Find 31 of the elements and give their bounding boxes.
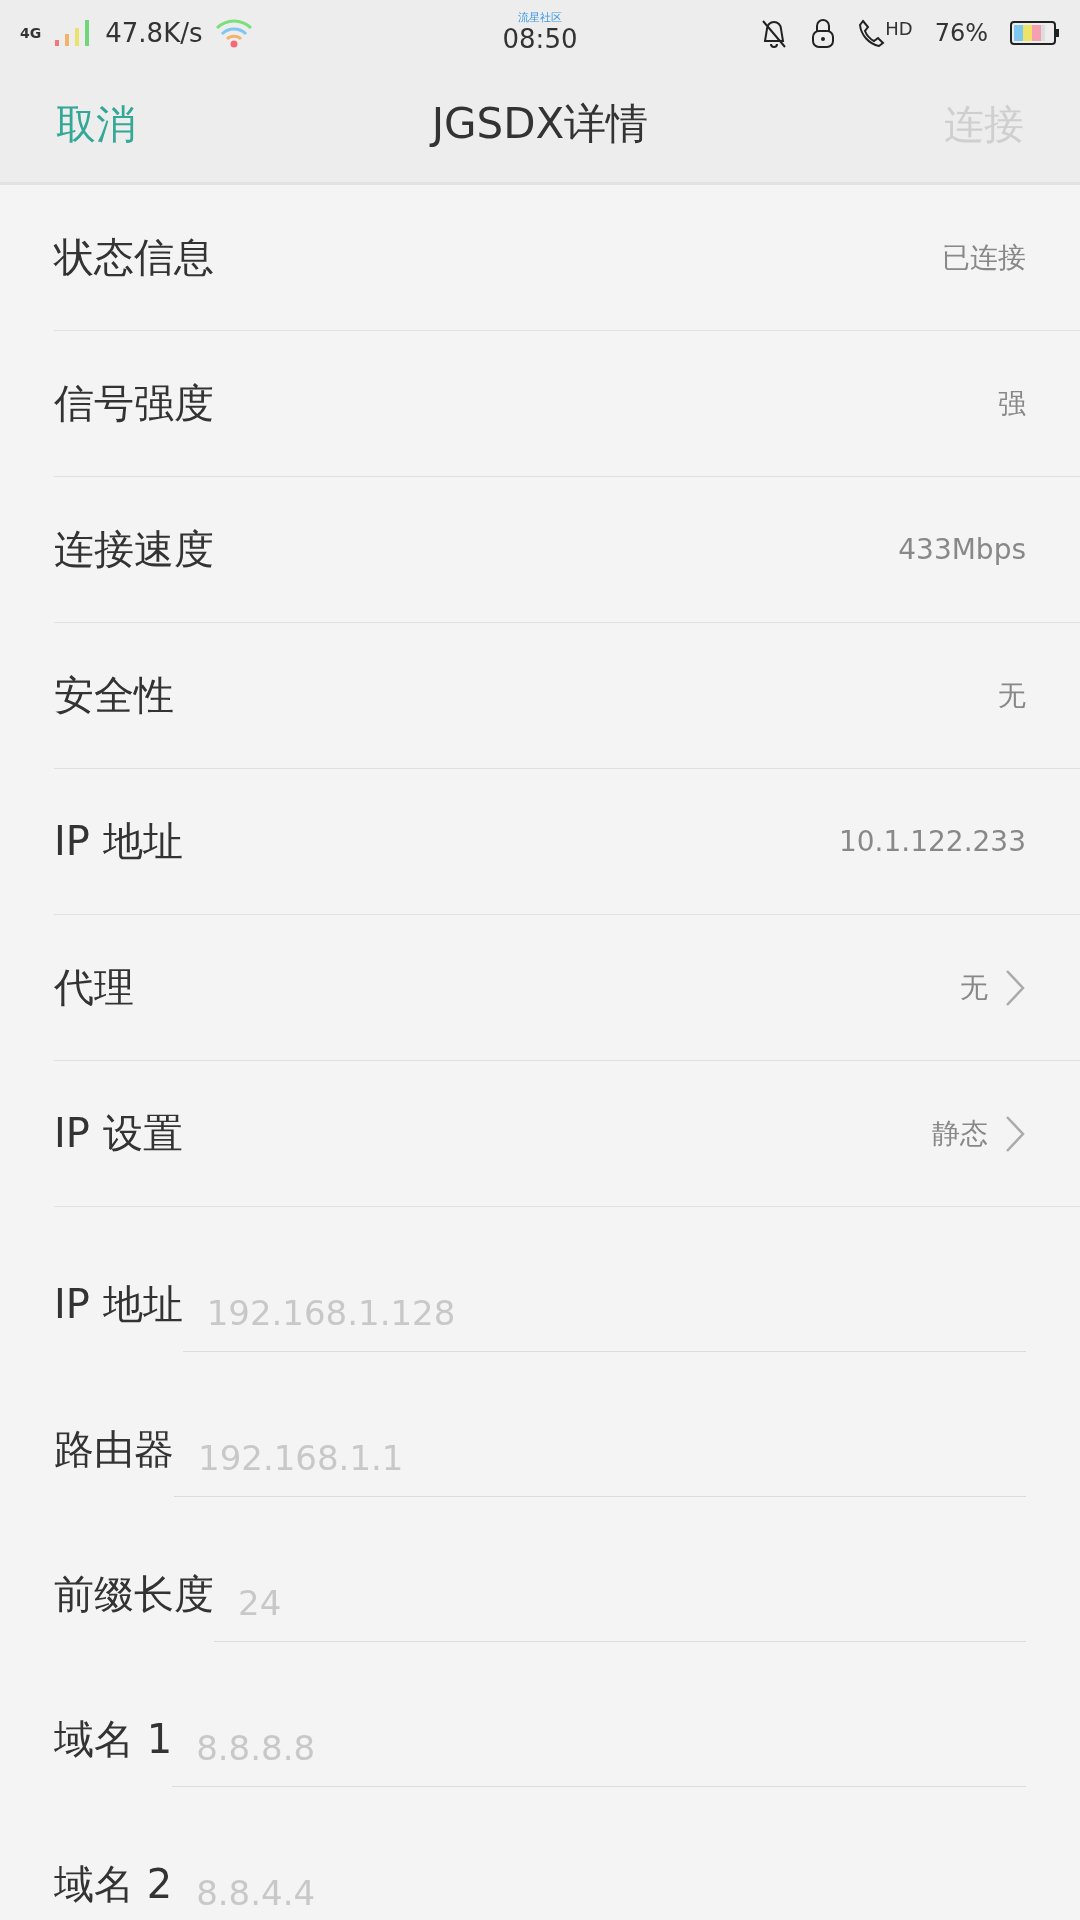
row-value: 无 xyxy=(998,677,1026,714)
battery-percent: 76% xyxy=(934,19,988,47)
clock: 08:50 xyxy=(502,24,578,54)
network-speed: 47.8K/s xyxy=(105,18,203,48)
field-label: 域名 1 xyxy=(54,1715,173,1764)
field-label: 路由器 xyxy=(54,1425,174,1474)
row-label: 安全性 xyxy=(54,671,174,720)
cancel-button[interactable]: 取消 xyxy=(56,96,136,152)
row-value: 强 xyxy=(998,385,1026,422)
field-label: 前缀长度 xyxy=(54,1570,214,1619)
phone-icon xyxy=(857,18,886,48)
wifi-icon xyxy=(214,17,255,49)
row-label: IP 地址 xyxy=(54,817,183,866)
network-type: 4G xyxy=(20,25,42,41)
row-label: 连接速度 xyxy=(54,525,214,574)
row-label: 代理 xyxy=(54,963,134,1012)
field-label: IP 地址 xyxy=(54,1280,183,1329)
battery-icon xyxy=(1010,20,1060,46)
carrier-note: 流星社区 xyxy=(518,12,562,24)
lock-icon xyxy=(811,17,836,49)
row-label: IP 设置 xyxy=(54,1109,183,1158)
row-label: 信号强度 xyxy=(54,379,214,428)
hd-label: HD xyxy=(885,18,913,39)
row-value: 静态 xyxy=(932,1115,988,1152)
page-title: JGSDX详情 xyxy=(431,98,649,150)
row-value: 433Mbps xyxy=(898,533,1026,566)
field-label: 域名 2 xyxy=(54,1860,173,1909)
row-value: 无 xyxy=(960,969,988,1006)
row-label: 状态信息 xyxy=(54,233,214,282)
row-value: 10.1.122.233 xyxy=(838,825,1026,858)
row-value: 已连接 xyxy=(942,239,1026,276)
